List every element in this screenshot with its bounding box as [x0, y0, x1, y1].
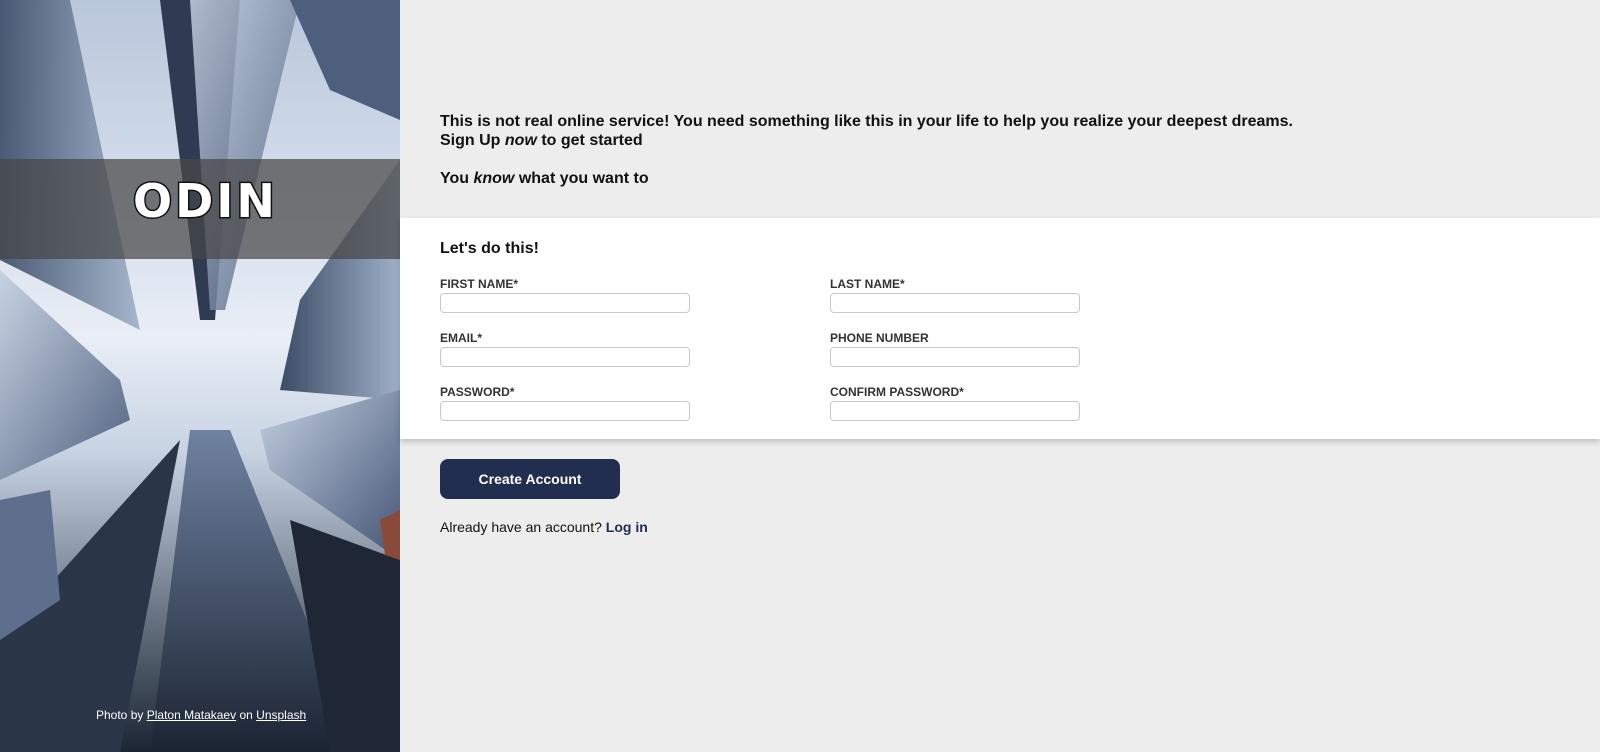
intro-text: This is not real online service! You nee… [440, 112, 1293, 188]
first-name-input[interactable] [440, 293, 690, 313]
signup-form: Let's do this! First Name* Last Name* Em… [400, 218, 1600, 439]
intro-line-3-emphasis: know [473, 170, 515, 187]
email-field-group: Email* [440, 331, 690, 367]
skyscraper-photo [0, 0, 400, 752]
phone-input[interactable] [830, 347, 1080, 367]
intro-line-2-emphasis: now [504, 132, 537, 149]
email-input[interactable] [440, 347, 690, 367]
login-link[interactable]: Log in [606, 519, 648, 535]
phone-label: Phone Number [830, 331, 929, 345]
hero-panel: ODIN Photo by Platon Matakaev on Unsplas… [0, 0, 400, 752]
intro-line-3: You know what you want to [440, 169, 1293, 188]
intro-line-3-start: You [440, 170, 474, 187]
credit-prefix: Photo by [96, 708, 144, 722]
password-input[interactable] [440, 401, 690, 421]
password-field-group: Password* [440, 385, 690, 421]
first-name-field-group: First Name* [440, 277, 690, 313]
create-account-button[interactable]: Create Account [440, 459, 620, 499]
odin-logo: ODIN [132, 174, 278, 228]
intro-line-2-start: Sign Up [440, 132, 505, 149]
intro-line-2-end: to get started [536, 132, 643, 149]
confirm-password-label: Confirm Password* [830, 385, 964, 399]
first-name-label: First Name* [440, 277, 518, 291]
credit-author-link[interactable]: Platon Matakaev [147, 708, 236, 722]
login-prompt-text: Already have an account? [440, 519, 602, 535]
form-title: Let's do this! [440, 240, 539, 257]
confirm-password-field-group: Confirm Password* [830, 385, 1080, 421]
last-name-field-group: Last Name* [830, 277, 1080, 313]
last-name-label: Last Name* [830, 277, 905, 291]
credit-mid: on [239, 708, 253, 722]
login-prompt: Already have an account? Log in [440, 519, 648, 535]
phone-field-group: Phone Number [830, 331, 1080, 367]
credit-source-link[interactable]: Unsplash [256, 708, 306, 722]
intro-line-3-end: what you want to [514, 170, 649, 187]
main-content: This is not real online service! You nee… [400, 0, 1600, 752]
confirm-password-input[interactable] [830, 401, 1080, 421]
intro-line-2: Sign Up now to get started [440, 131, 1293, 150]
intro-line-1: This is not real online service! You nee… [440, 113, 1293, 130]
password-label: Password* [440, 385, 515, 399]
email-label: Email* [440, 331, 482, 345]
last-name-input[interactable] [830, 293, 1080, 313]
photo-credit: Photo by Platon Matakaev on Unsplash [96, 708, 306, 722]
